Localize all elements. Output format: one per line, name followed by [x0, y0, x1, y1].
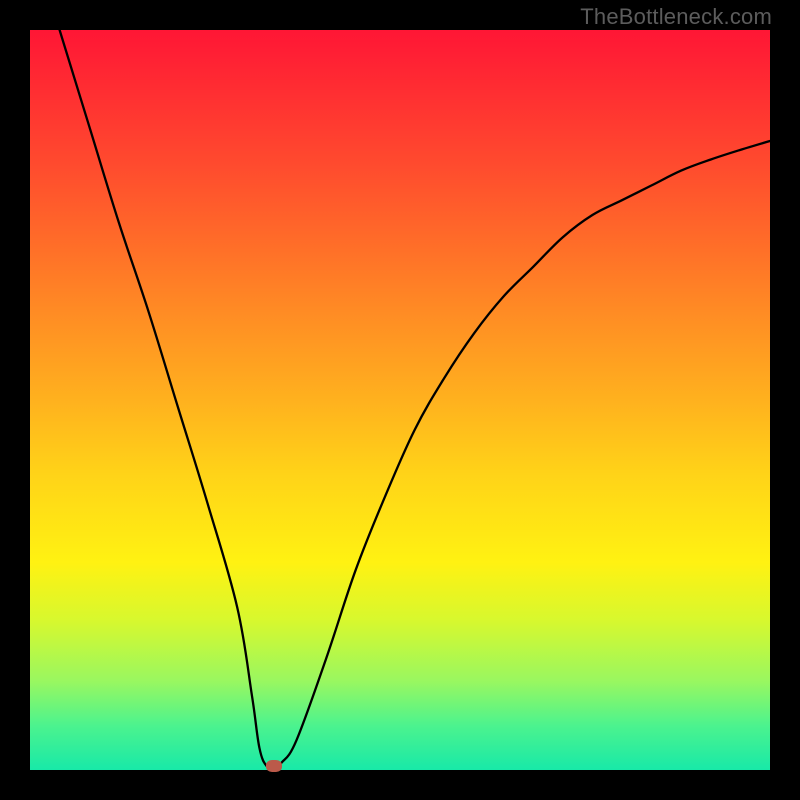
- optimum-marker: [266, 760, 282, 772]
- chart-frame: TheBottleneck.com: [0, 0, 800, 800]
- bottleneck-curve: [30, 30, 770, 770]
- watermark-text: TheBottleneck.com: [580, 4, 772, 30]
- plot-area: [30, 30, 770, 770]
